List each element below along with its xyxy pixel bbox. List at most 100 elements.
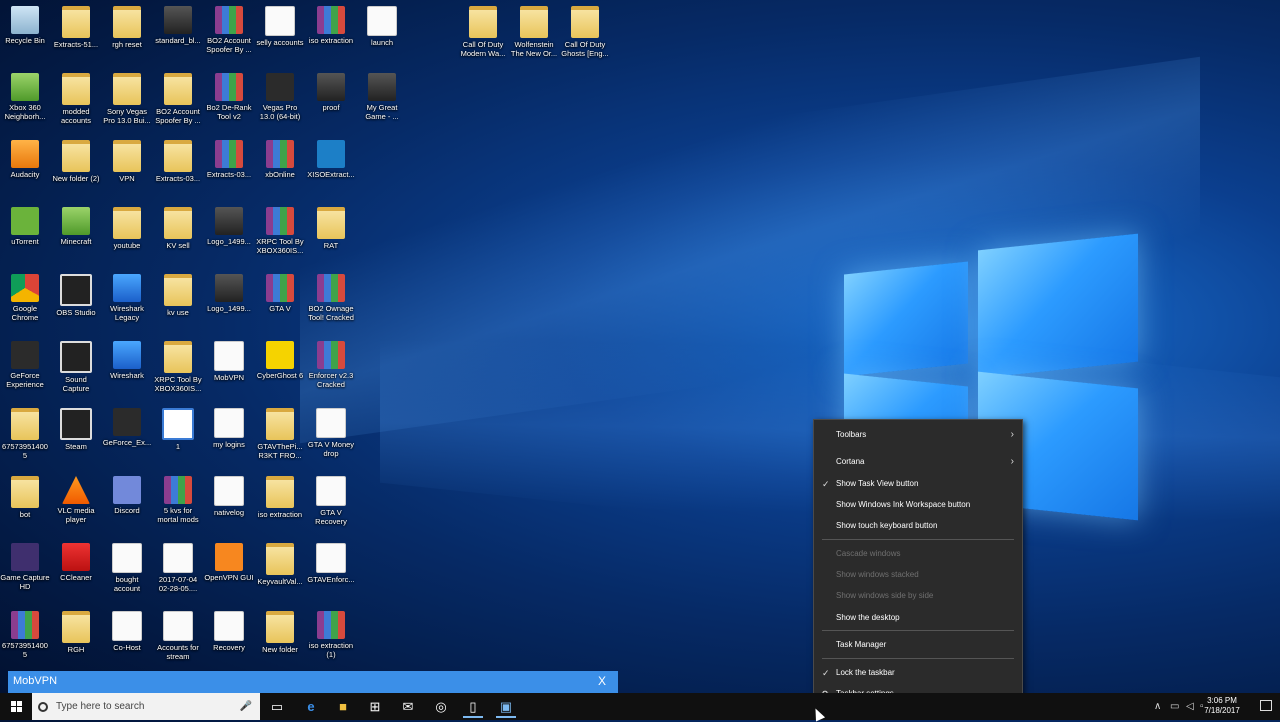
microphone-icon[interactable]: 🎤 <box>240 701 252 712</box>
desktop-icon[interactable]: 1 <box>153 408 203 451</box>
desktop-icon[interactable]: uTorrent <box>0 207 50 246</box>
desktop-icon[interactable]: GTAVEnforc... <box>306 543 356 584</box>
desktop-icon[interactable]: Xbox 360 Neighborh... <box>0 73 50 121</box>
desktop-icon[interactable]: MobVPN <box>204 341 254 382</box>
mail-icon[interactable]: ✉ <box>394 695 422 718</box>
desktop-icon[interactable]: KeyvaultVal... <box>255 543 305 586</box>
desktop-icon[interactable]: Accounts for stream <box>153 611 203 661</box>
chrome-like-icon[interactable]: ◎ <box>427 695 455 718</box>
desktop-icon[interactable]: KV sell <box>153 207 203 250</box>
context-menu-item[interactable]: ✓ Lock the taskbar <box>814 664 1022 682</box>
desktop-icon[interactable]: OpenVPN GUI <box>204 543 254 582</box>
desktop-icon[interactable]: Extracts-51... <box>51 6 101 49</box>
desktop-icon[interactable]: iso extraction <box>306 6 356 45</box>
desktop-icon[interactable]: modded accounts <box>51 73 101 125</box>
desktop-icon[interactable]: youtube <box>102 207 152 250</box>
desktop-icon[interactable]: 675739514005 <box>0 611 50 659</box>
desktop-icon[interactable]: nativelog <box>204 476 254 517</box>
desktop-icon[interactable]: BO2 Account Spoofer By ... <box>204 6 254 54</box>
desktop-icon[interactable]: Enforcer v2.3 Cracked <box>306 341 356 389</box>
desktop-icon[interactable]: Minecraft <box>51 207 101 246</box>
desktop-icon[interactable]: proof <box>306 73 356 112</box>
context-menu-item[interactable]: Show touch keyboard button <box>814 517 1022 535</box>
desktop-icon[interactable]: Google Chrome <box>0 274 50 322</box>
desktop-icon[interactable]: Recovery <box>204 611 254 652</box>
desktop-icon[interactable]: bot <box>0 476 50 519</box>
desktop-icon[interactable]: GTA V <box>255 274 305 313</box>
desktop-icon[interactable]: standard_bl... <box>153 6 203 45</box>
desktop-icon[interactable]: VLC media player <box>51 476 101 524</box>
desktop-icon[interactable]: Wireshark <box>102 341 152 380</box>
notification-center-icon[interactable] <box>1260 700 1272 711</box>
desktop-icon[interactable]: GTA V Recovery <box>306 476 356 526</box>
desktop-icon[interactable]: iso extraction <box>255 476 305 519</box>
desktop-icon[interactable]: Sound Capture <box>51 341 101 393</box>
desktop-icon[interactable]: My Great Game - ... <box>357 73 407 121</box>
desktop-icon[interactable]: Steam <box>51 408 101 451</box>
desktop-icon[interactable]: rgh reset <box>102 6 152 49</box>
taskbar-clock[interactable]: 3:06 PM 7/18/2017 <box>1192 696 1252 716</box>
desktop-icon[interactable]: selly accounts <box>255 6 305 47</box>
desktop-icon[interactable]: 5 kvs for mortal mods <box>153 476 203 524</box>
desktop-icon[interactable]: Extracts-03... <box>204 140 254 179</box>
desktop-icon[interactable]: XRPC Tool By XBOX360IS... <box>153 341 203 393</box>
desktop-icon[interactable]: BO2 Ownage Tool! Cracked <box>306 274 356 322</box>
desktop-icon[interactable]: BO2 Account Spoofer By ... <box>153 73 203 125</box>
desktop-icon[interactable]: 2017-07-04 02-28-05.... <box>153 543 203 593</box>
mobvpn-icon[interactable]: ▣ <box>492 695 520 718</box>
desktop-icon[interactable]: 675739514005 <box>0 408 50 460</box>
context-menu-item[interactable]: ✓ Show Task View button <box>814 475 1022 493</box>
desktop-icon[interactable]: GTA V Money drop <box>306 408 356 458</box>
desktop-icon[interactable]: Game Capture HD <box>0 543 50 591</box>
mobvpn-bar[interactable]: MobVPN X <box>8 671 618 693</box>
desktop-icon[interactable]: Extracts-03... <box>153 140 203 183</box>
desktop-icon[interactable]: my logins <box>204 408 254 449</box>
desktop-icon[interactable]: Co-Host <box>102 611 152 652</box>
desktop-icon[interactable]: Wolfenstein The New Or... <box>509 6 559 58</box>
desktop-icon[interactable]: Audacity <box>0 140 50 179</box>
desktop-icon[interactable]: XRPC Tool By XBOX360IS... <box>255 207 305 255</box>
desktop-icon[interactable]: GTAVThePi... R3KT FRO... <box>255 408 305 460</box>
desktop-icon[interactable]: XISOExtract... <box>306 140 356 179</box>
mobvpn-close-button[interactable]: X <box>598 674 606 688</box>
desktop-icon[interactable]: VPN <box>102 140 152 183</box>
desktop-icon[interactable]: Logo_1499... <box>204 274 254 313</box>
desktop-icon[interactable]: Recycle Bin <box>0 6 50 45</box>
desktop-icon[interactable]: New folder (2) <box>51 140 101 183</box>
desktop-icon[interactable]: GeForce_Ex... <box>102 408 152 447</box>
start-button[interactable] <box>0 693 32 720</box>
desktop-icon[interactable]: xbOnline <box>255 140 305 179</box>
notepad-icon[interactable]: ▯ <box>459 695 487 718</box>
network-icon[interactable]: ▭ <box>1170 693 1179 720</box>
desktop-icon[interactable]: launch <box>357 6 407 47</box>
context-menu-item[interactable]: Show the desktop <box>814 609 1022 627</box>
desktop-icon[interactable]: kv use <box>153 274 203 317</box>
context-menu-item[interactable]: Task Manager <box>814 636 1022 654</box>
context-menu-item[interactable]: Show Windows Ink Workspace button <box>814 496 1022 514</box>
desktop-icon[interactable]: Wireshark Legacy <box>102 274 152 322</box>
desktop-icon[interactable]: Bo2 De-Rank Tool v2 <box>204 73 254 121</box>
tray-chevron-icon[interactable]: ∧ <box>1154 693 1161 720</box>
desktop-icon[interactable]: CyberGhost 6 <box>255 341 305 380</box>
desktop-icon[interactable]: bought account <box>102 543 152 593</box>
desktop-icon[interactable]: GeForce Experience <box>0 341 50 389</box>
file-explorer-icon[interactable]: ■ <box>329 695 357 718</box>
desktop-icon[interactable]: Vegas Pro 13.0 (64-bit) <box>255 73 305 121</box>
desktop-icon[interactable]: RAT <box>306 207 356 250</box>
task-view-icon[interactable]: ▭ <box>263 695 291 718</box>
context-menu-item[interactable]: Toolbars › <box>814 426 1022 444</box>
store-icon[interactable]: ⊞ <box>361 695 389 718</box>
desktop-icon[interactable]: Sony Vegas Pro 13.0 Bui... <box>102 73 152 125</box>
edge-icon[interactable]: e <box>297 695 325 718</box>
desktop-icon[interactable]: Call Of Duty Ghosts [Eng... <box>560 6 610 58</box>
desktop-icon[interactable]: OBS Studio <box>51 274 101 317</box>
desktop-icon[interactable]: Call Of Duty Modern Wa... <box>458 6 508 58</box>
desktop-icon[interactable]: iso extraction (1) <box>306 611 356 659</box>
desktop-icon[interactable]: Discord <box>102 476 152 515</box>
taskbar-search-box[interactable]: Type here to search 🎤 <box>32 693 260 720</box>
desktop-icon[interactable]: CCleaner <box>51 543 101 582</box>
desktop-icon[interactable]: Logo_1499... <box>204 207 254 246</box>
context-menu-item[interactable]: Cortana › <box>814 453 1022 471</box>
desktop-icon[interactable]: RGH <box>51 611 101 654</box>
desktop-icon[interactable]: New folder <box>255 611 305 654</box>
